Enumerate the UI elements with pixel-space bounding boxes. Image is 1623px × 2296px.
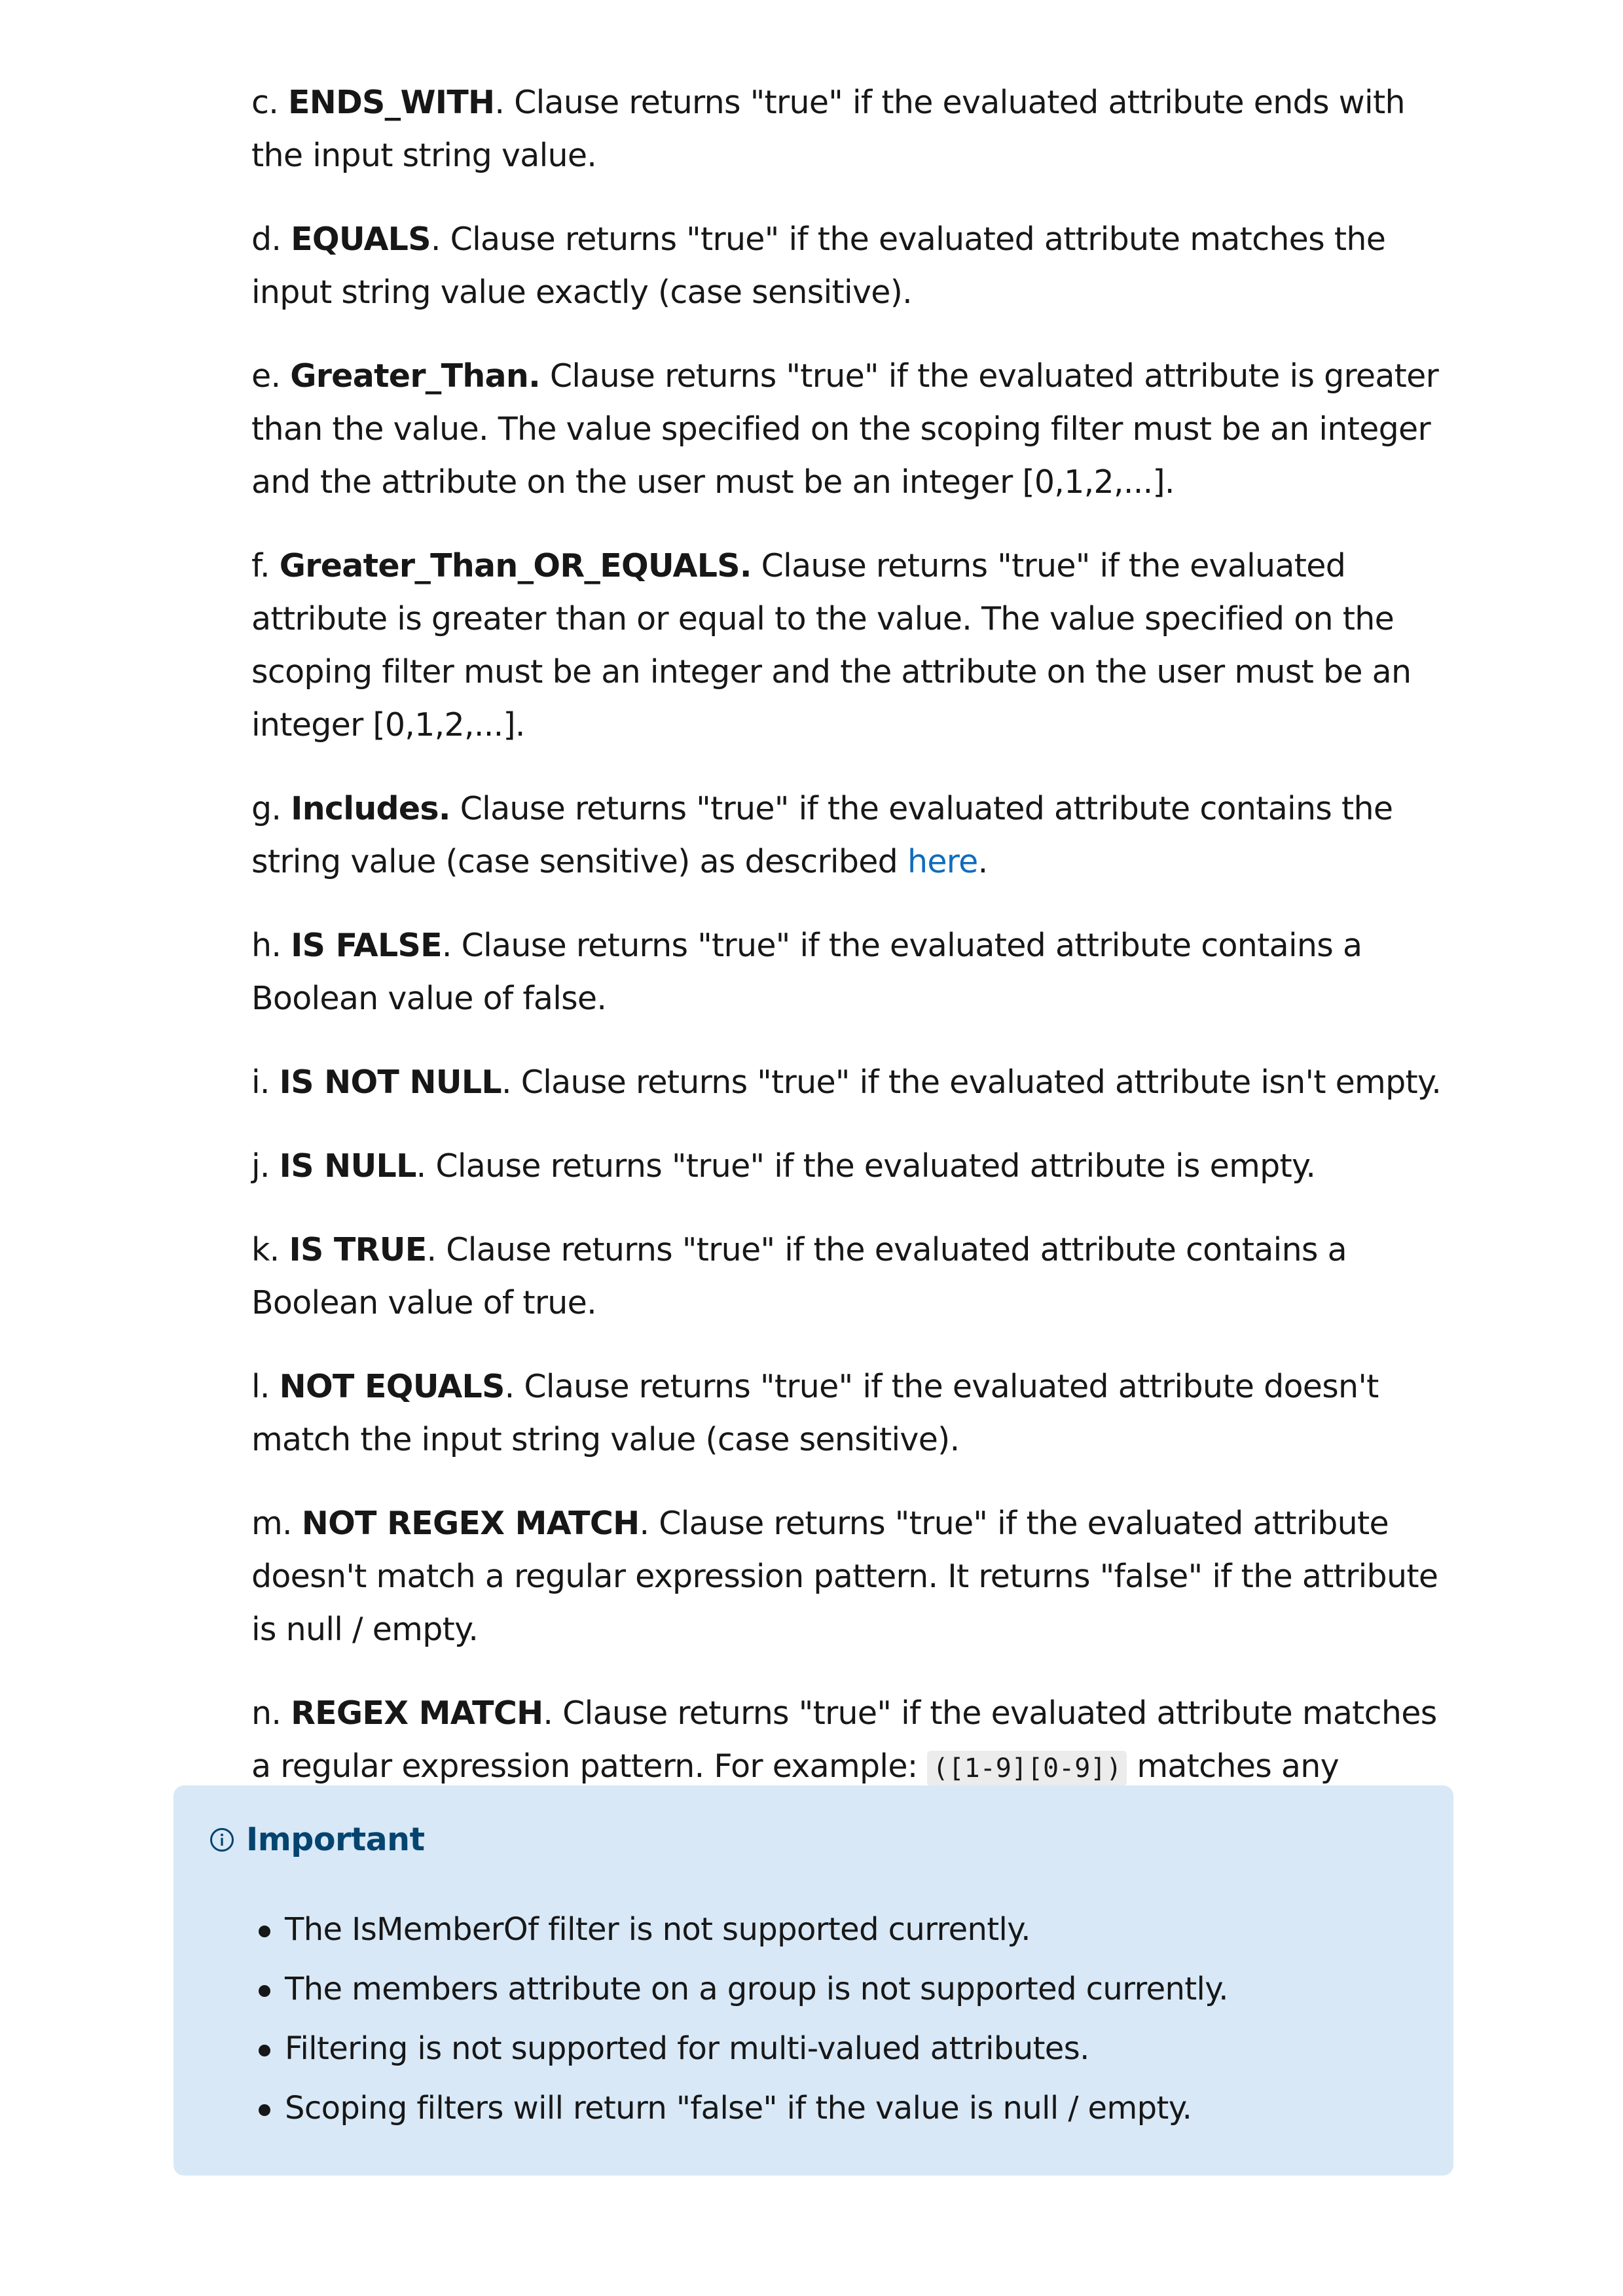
clause-prefix: m. (251, 1505, 302, 1542)
clause-term: Includes. (291, 790, 450, 827)
clause-prefix: g. (251, 790, 291, 827)
operator-list: c. ENDS_WITH . Clause returns "true" if t… (251, 76, 1463, 1879)
clause-is-true: k. IS TRUE. Clause returns "true" if the… (251, 1223, 1463, 1329)
clause-prefix: e. (251, 357, 291, 395)
clause-text: . Clause returns "true" if the evaluated… (416, 1147, 1316, 1185)
clause-prefix: j. (251, 1147, 280, 1185)
clause-greater-than: e. Greater_Than. Clause returns "true" i… (251, 350, 1463, 509)
callout-title: Important (246, 1821, 425, 1858)
clause-term: IS NOT NULL (279, 1064, 502, 1101)
clause-not-regex-match: m. NOT REGEX MATCH. Clause returns "true… (251, 1497, 1463, 1656)
clause-includes: g. Includes. Clause returns "true" if th… (251, 782, 1463, 888)
clause-prefix: d. (251, 221, 291, 258)
list-item: The IsMemberOf filter is not supported c… (206, 1900, 1228, 1960)
clause-term: IS TRUE (289, 1231, 427, 1268)
document-page: c. ENDS_WITH . Clause returns "true" if t… (0, 0, 1623, 2296)
clause-is-null: j. IS NULL. Clause returns "true" if the… (251, 1139, 1463, 1193)
callout-header: Important (210, 1821, 425, 1858)
clause-is-not-null: i. IS NOT NULL. Clause returns "true" if… (251, 1056, 1463, 1109)
clause-prefix: l. (251, 1368, 280, 1405)
list-item: The members attribute on a group is not … (206, 1960, 1229, 2019)
important-callout: Important The IsMemberOf filter is not s… (173, 1785, 1453, 2176)
clause-prefix: c. (251, 84, 288, 121)
clause-term: Greater_Than_OR_EQUALS. (279, 547, 752, 584)
callout-list: The IsMemberOf filter is not supported c… (206, 1900, 1229, 2138)
clause-term: ENDS_WITH (288, 84, 495, 121)
clause-is-false: h. IS FALSE. Clause returns "true" if th… (251, 919, 1463, 1025)
clause-greater-than-or-equals: f. Greater_Than_OR_EQUALS. Clause return… (251, 539, 1463, 751)
clause-equals: d. EQUALS. Clause returns "true" if the … (251, 213, 1463, 319)
list-item: Filtering is not supported for multi-val… (206, 2019, 1228, 2079)
clause-term: IS NULL (279, 1147, 417, 1185)
clause-term: EQUALS (291, 221, 431, 258)
clause-prefix: i. (251, 1064, 280, 1101)
clause-prefix: k. (251, 1231, 289, 1268)
clause-term: NOT REGEX MATCH (301, 1505, 640, 1542)
clause-prefix: n. (251, 1695, 291, 1732)
clause-term: NOT EQUALS (279, 1368, 505, 1405)
clause-prefix: h. (251, 927, 291, 964)
clause-term: IS FALSE (291, 927, 442, 964)
clause-not-equals: l. NOT EQUALS. Clause returns "true" if … (251, 1360, 1463, 1466)
clause-ends-with: c. ENDS_WITH. Clause returns "true" if t… (251, 76, 1463, 182)
clause-prefix: f. (251, 547, 280, 584)
clause-term: REGEX MATCH (291, 1695, 543, 1732)
regex-code-example: ([1-9][0-9]) (927, 1751, 1127, 1786)
clause-term: Greater_Than. (290, 357, 540, 395)
clause-text-end: . (977, 843, 989, 880)
list-item: Scoping filters will return "false" if t… (206, 2079, 1228, 2138)
info-icon (210, 1827, 234, 1852)
here-link[interactable]: here (907, 843, 978, 880)
clause-text: . Clause returns "true" if the evaluated… (501, 1064, 1442, 1101)
